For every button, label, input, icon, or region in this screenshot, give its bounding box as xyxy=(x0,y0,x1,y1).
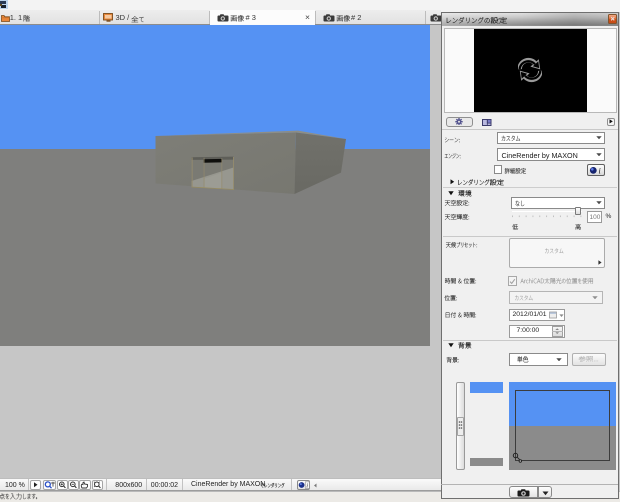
svg-text:i: i xyxy=(599,166,601,174)
svg-text:i: i xyxy=(306,482,308,488)
